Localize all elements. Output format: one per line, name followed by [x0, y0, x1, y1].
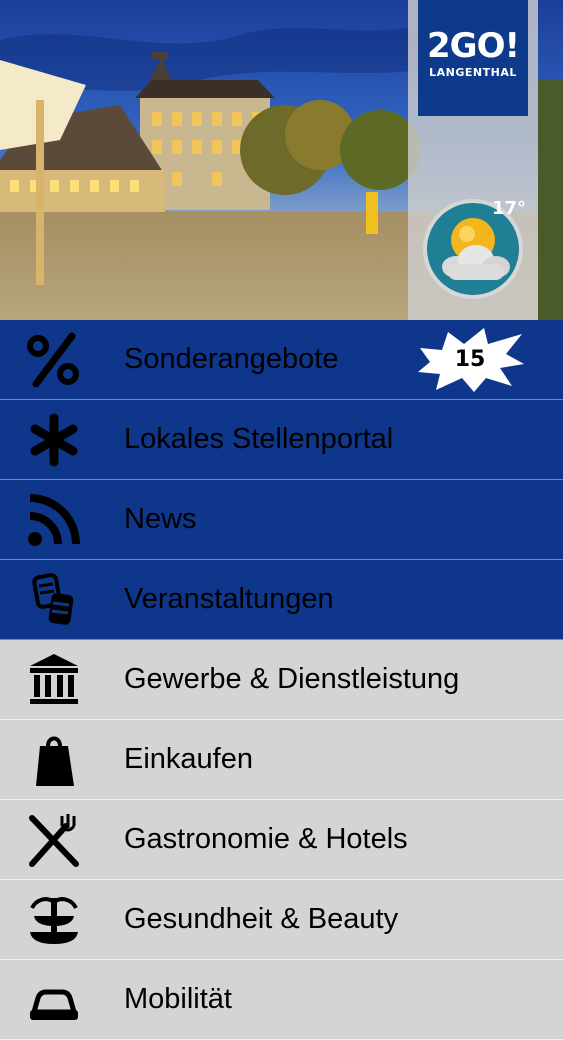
menu-item-mobilitaet[interactable]: Mobilität: [0, 960, 563, 1040]
menu-item-veranstaltungen[interactable]: Veranstaltungen: [0, 560, 563, 640]
bank-icon: [20, 652, 88, 708]
menu-item-label: Sonderangebote: [124, 343, 339, 375]
logo-main-text: 2GO!: [427, 26, 520, 66]
menu-item-gesundheit[interactable]: Gesundheit & Beauty: [0, 880, 563, 960]
app-logo[interactable]: 2GO! LANGENTHAL: [418, 0, 528, 116]
menu-item-gewerbe[interactable]: Gewerbe & Dienstleistung: [0, 640, 563, 720]
asterisk-icon: [20, 412, 88, 468]
menu-item-label: Gastronomie & Hotels: [124, 823, 408, 855]
offer-count-badge: 15: [412, 324, 528, 396]
main-menu: Sonderangebote 15 Lokales Stellenportal: [0, 320, 563, 1040]
menu-item-label: News: [124, 503, 197, 535]
menu-item-gastronomie[interactable]: Gastronomie & Hotels: [0, 800, 563, 880]
tickets-icon: [20, 572, 88, 628]
car-icon: [20, 972, 88, 1028]
weather-temperature: 17°: [492, 198, 527, 219]
menu-item-label: Gewerbe & Dienstleistung: [124, 663, 460, 695]
shopping-bag-icon: [20, 732, 88, 788]
offer-count: 15: [454, 347, 486, 372]
menu-item-label: Einkaufen: [124, 743, 253, 775]
fork-knife-icon: [20, 812, 88, 868]
rss-icon: [20, 492, 88, 548]
menu-item-stellenportal[interactable]: Lokales Stellenportal: [0, 400, 563, 480]
menu-item-news[interactable]: News: [0, 480, 563, 560]
menu-item-einkaufen[interactable]: Einkaufen: [0, 720, 563, 800]
menu-item-label: Lokales Stellenportal: [124, 423, 394, 455]
menu-item-label: Veranstaltungen: [124, 583, 334, 615]
menu-item-sonderangebote[interactable]: Sonderangebote 15: [0, 320, 563, 400]
logo-sub-text: LANGENTHAL: [429, 66, 517, 79]
menu-item-label: Gesundheit & Beauty: [124, 903, 399, 935]
percent-icon: [20, 332, 88, 388]
fountain-icon: [20, 892, 88, 948]
